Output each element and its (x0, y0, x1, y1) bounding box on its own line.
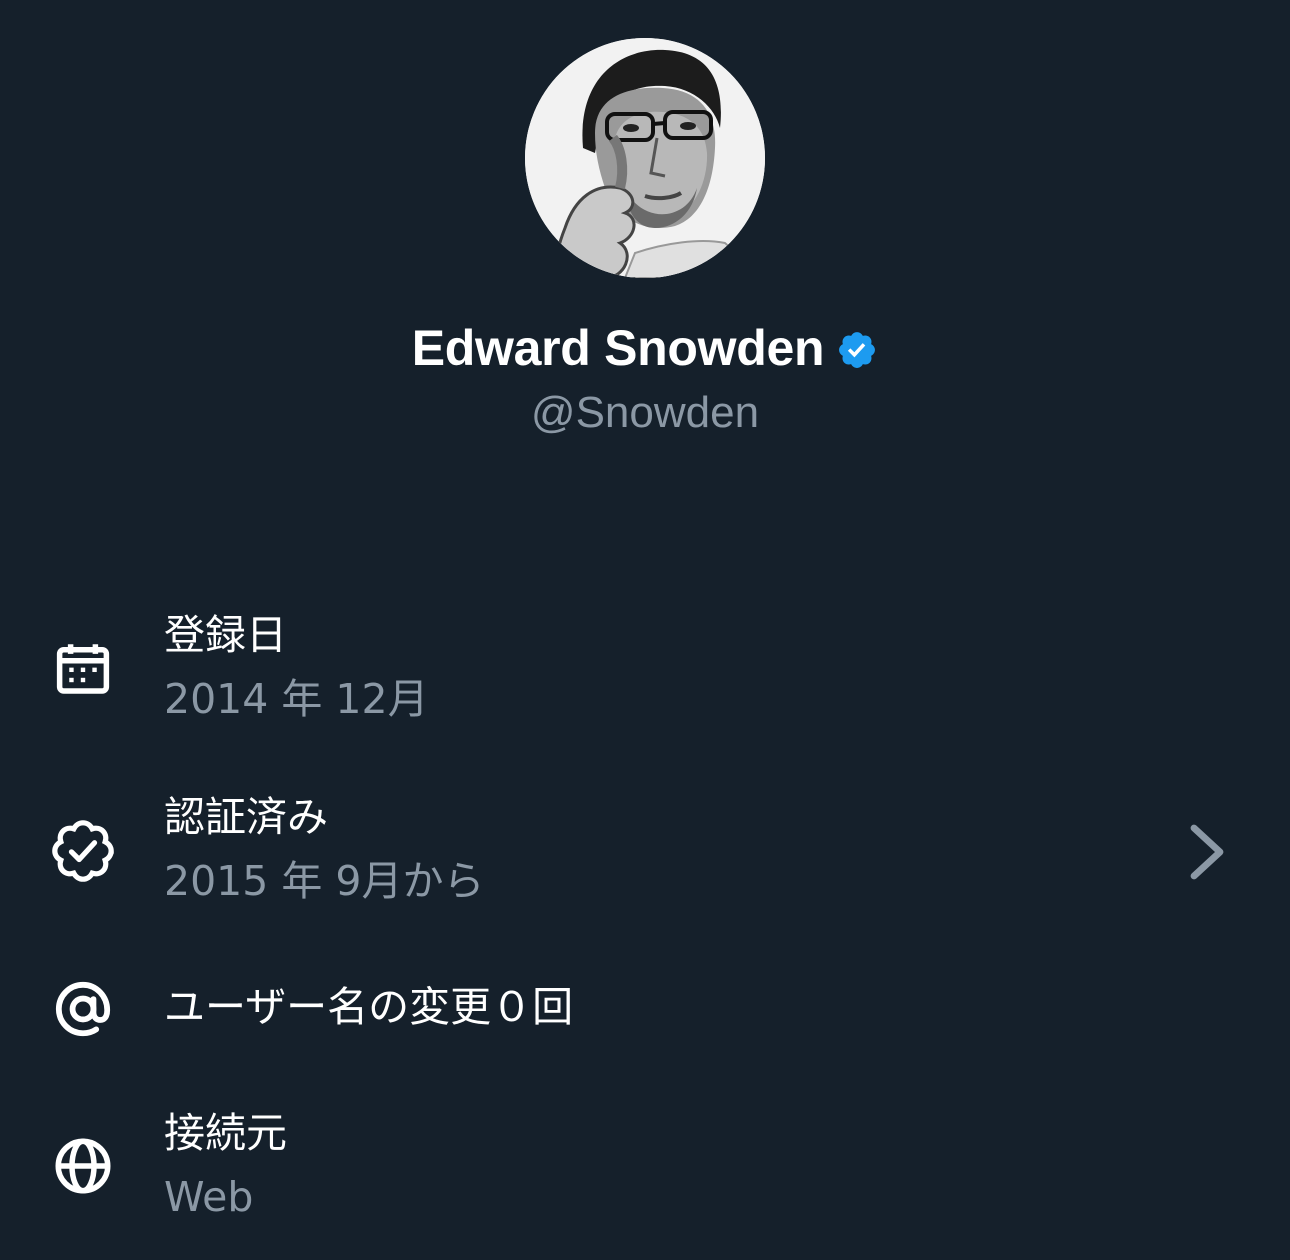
connected-via-value: Web (164, 1173, 254, 1221)
connected-via-label: 接続元 (164, 1109, 287, 1157)
at-sign-icon (55, 981, 111, 1037)
username-changes-label: ユーザー名の変更０回 (164, 983, 574, 1031)
globe-icon (55, 1138, 111, 1194)
joined-date: 2014 年 12月 (164, 675, 429, 723)
display-name: Edward Snowden (411, 320, 825, 376)
profile-avatar[interactable] (525, 38, 765, 278)
avatar-image (525, 38, 765, 278)
joined-label: 登録日 (164, 611, 287, 659)
chevron-right-icon[interactable] (1186, 822, 1230, 882)
calendar-icon (56, 644, 110, 694)
profile-handle: @Snowden (530, 388, 760, 437)
verified-outline-icon (52, 820, 114, 882)
verified-badge-icon[interactable] (836, 329, 878, 371)
verified-label: 認証済み (164, 793, 328, 841)
verified-since: 2015 年 9月から (164, 857, 485, 905)
name-row: Edward Snowden (0, 316, 1290, 380)
